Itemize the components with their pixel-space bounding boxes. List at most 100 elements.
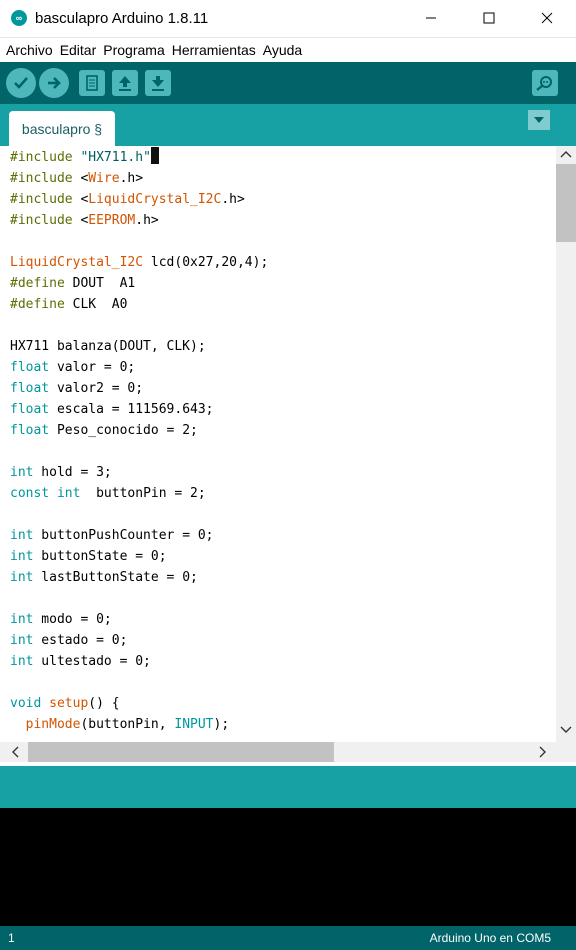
code-token: < xyxy=(72,192,89,207)
code-token: #include xyxy=(10,192,73,207)
code-token: buttonPin = 2; xyxy=(80,486,206,501)
code-token: buttonState = 0; xyxy=(33,549,167,564)
upload-icon xyxy=(48,77,61,89)
horizontal-scroll-thumb[interactable] xyxy=(28,742,334,762)
code-token: setup xyxy=(49,696,89,711)
serial-monitor-button[interactable] xyxy=(532,70,558,96)
save-icon xyxy=(152,76,164,91)
code-token: int xyxy=(10,654,34,669)
tab-menu-button[interactable] xyxy=(528,110,550,130)
code-token: < xyxy=(72,213,89,228)
text-cursor xyxy=(150,147,159,164)
code-line: int estado = 0; xyxy=(10,630,127,651)
menu-ayuda[interactable]: Ayuda xyxy=(261,42,304,58)
code-token: hold = 3; xyxy=(33,465,112,480)
verify-icon xyxy=(14,77,28,89)
code-token: #define xyxy=(10,276,65,291)
scroll-left-icon[interactable] xyxy=(10,746,20,761)
open-button[interactable] xyxy=(112,70,138,96)
close-button[interactable] xyxy=(518,0,576,36)
tab-basculapro[interactable]: basculapro § xyxy=(9,111,115,146)
code-token: valor2 = 0; xyxy=(49,381,144,396)
menu-editar[interactable]: Editar xyxy=(58,42,99,58)
scroll-corner xyxy=(556,742,576,762)
status-bar: 1 Arduino Uno en COM5 xyxy=(0,926,576,950)
code-token: DOUT A1 xyxy=(64,276,136,291)
minimize-icon xyxy=(426,17,436,19)
maximize-button[interactable] xyxy=(460,0,518,36)
code-token: int xyxy=(10,528,34,543)
code-token: Peso_conocido = 2; xyxy=(49,423,198,438)
code-token: .h> xyxy=(221,192,245,207)
code-token: LiquidCrystal_I2C xyxy=(88,192,222,207)
verify-button[interactable] xyxy=(6,68,36,98)
code-token: modo = 0; xyxy=(33,612,112,627)
window-title: basculapro Arduino 1.8.11 xyxy=(35,9,209,27)
code-token: #include xyxy=(10,171,73,186)
code-line: int hold = 3; xyxy=(10,462,112,483)
code-token: .h> xyxy=(119,171,144,186)
save-button[interactable] xyxy=(145,70,171,96)
code-token: int xyxy=(10,633,34,648)
code-token: ultestado = 0; xyxy=(33,654,151,669)
code-token: buttonPushCounter = 0; xyxy=(33,528,214,543)
code-token: CLK A0 xyxy=(64,297,128,312)
code-line: int modo = 0; xyxy=(10,609,112,630)
board-info: Arduino Uno en COM5 xyxy=(429,931,551,945)
code-token: lastButtonState = 0; xyxy=(33,570,198,585)
window-controls xyxy=(402,0,576,36)
code-line: #include <LiquidCrystal_I2C.h> xyxy=(10,189,245,210)
code-token: float xyxy=(10,402,50,417)
menu-herramientas[interactable]: Herramientas xyxy=(170,42,258,58)
code-token: int xyxy=(10,465,34,480)
new-button[interactable] xyxy=(79,70,105,96)
code-editor[interactable]: #include "HX711.h" #include <Wire.h> #incl… xyxy=(0,146,556,742)
code-line: float valor2 = 0; xyxy=(10,378,143,399)
code-line: float valor = 0; xyxy=(10,357,135,378)
code-line: float escala = 111569.643; xyxy=(10,399,214,420)
code-line: int buttonPushCounter = 0; xyxy=(10,525,214,546)
scroll-right-icon[interactable] xyxy=(538,746,548,761)
tab-bar: basculapro § xyxy=(0,104,576,146)
code-token: INPUT xyxy=(174,717,214,732)
code-token: void xyxy=(10,696,42,711)
maximize-icon xyxy=(483,12,495,24)
code-token: int xyxy=(10,612,34,627)
code-token: < xyxy=(72,171,89,186)
code-token: #include xyxy=(10,150,73,165)
scroll-down-icon[interactable] xyxy=(560,724,572,738)
code-token: (buttonPin, xyxy=(80,717,175,732)
title-bar: ∞ basculapro Arduino 1.8.11 xyxy=(0,0,576,36)
code-line: #define CLK A0 xyxy=(10,294,127,315)
menu-archivo[interactable]: Archivo xyxy=(4,42,55,58)
code-line: const int buttonPin = 2; xyxy=(10,483,206,504)
code-token: int xyxy=(56,486,81,501)
minimize-button[interactable] xyxy=(402,0,460,36)
code-token: pinMode xyxy=(25,717,81,732)
code-token: float xyxy=(10,381,50,396)
infinity-icon: ∞ xyxy=(11,10,27,26)
code-token: LiquidCrystal_I2C xyxy=(10,255,144,270)
open-icon xyxy=(119,76,131,91)
new-icon xyxy=(86,75,98,91)
code-token: ); xyxy=(213,717,230,732)
code-token: float xyxy=(10,423,50,438)
code-line: float Peso_conocido = 2; xyxy=(10,420,198,441)
menu-bar: Archivo Editar Programa Herramientas Ayu… xyxy=(0,37,576,62)
code-line: void setup() { xyxy=(10,693,120,714)
code-token: #include xyxy=(10,213,73,228)
code-line: HX711 balanza(DOUT, CLK); xyxy=(10,336,206,357)
code-token: const xyxy=(10,486,50,501)
menu-programa[interactable]: Programa xyxy=(101,42,166,58)
code-token: lcd(0x27,20,4); xyxy=(143,255,269,270)
code-token: float xyxy=(10,360,50,375)
code-token: "HX711.h" xyxy=(80,150,151,165)
code-token: valor = 0; xyxy=(49,360,136,375)
scroll-up-icon[interactable] xyxy=(560,148,572,162)
upload-button[interactable] xyxy=(39,68,69,98)
code-token: () { xyxy=(88,696,120,711)
vertical-scroll-thumb[interactable] xyxy=(556,164,576,242)
